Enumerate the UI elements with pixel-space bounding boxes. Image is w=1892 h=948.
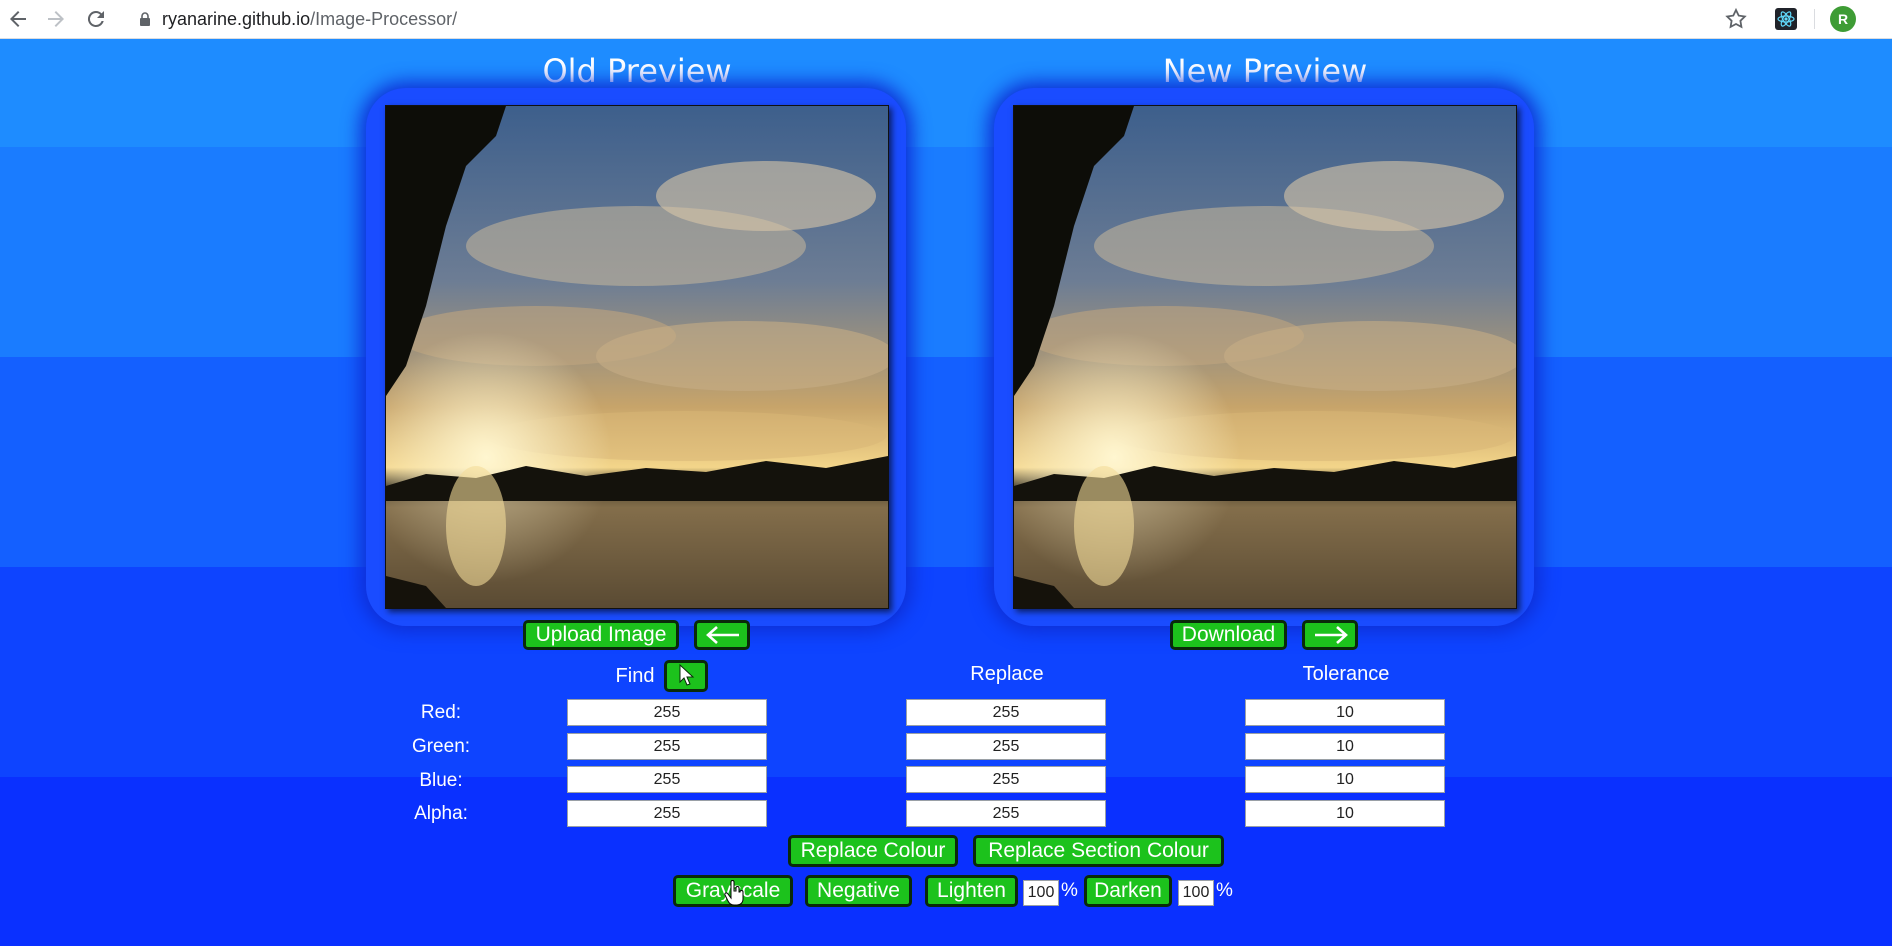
lock-icon [140, 12, 150, 26]
replace-section-colour-button[interactable]: Replace Section Colour [973, 835, 1224, 867]
find-green-input[interactable] [567, 733, 767, 760]
cursor-pointer-icon [679, 663, 695, 686]
replace-alpha-input[interactable] [906, 800, 1106, 827]
find-red-input[interactable] [567, 699, 767, 726]
apply-forward-button[interactable] [1302, 620, 1358, 650]
replace-green-input[interactable] [906, 733, 1106, 760]
darken-percent-sign: % [1216, 880, 1233, 901]
tolerance-green-input[interactable] [1245, 733, 1445, 760]
replace-red-input[interactable] [906, 699, 1106, 726]
react-devtools-extension-icon[interactable] [1773, 6, 1799, 32]
toolbar-divider [1814, 9, 1815, 29]
color-picker-button[interactable] [664, 660, 708, 692]
url-host: ryanarine.github.io [162, 8, 311, 29]
old-preview-image [385, 105, 889, 609]
bookmark-star-icon[interactable] [1723, 6, 1749, 32]
new-preview-title: New Preview [1162, 52, 1368, 90]
replace-colour-button[interactable]: Replace Colour [788, 835, 958, 867]
tolerance-red-input[interactable] [1245, 699, 1445, 726]
lighten-percent-sign: % [1061, 880, 1078, 901]
new-preview-image [1013, 105, 1517, 609]
copy-back-button[interactable] [694, 620, 750, 650]
download-button[interactable]: Download [1170, 620, 1287, 650]
red-label: Red: [420, 702, 462, 723]
blue-label: Blue: [419, 770, 463, 791]
reload-icon[interactable] [84, 7, 108, 31]
old-preview-title: Old Preview [542, 52, 732, 90]
forward-icon[interactable] [44, 7, 68, 31]
darken-percent-input[interactable] [1178, 880, 1214, 906]
negative-button[interactable]: Negative [805, 875, 912, 907]
upload-image-button[interactable]: Upload Image [523, 620, 679, 650]
tolerance-alpha-input[interactable] [1245, 800, 1445, 827]
arrow-left-icon [706, 626, 739, 644]
lighten-button[interactable]: Lighten [925, 875, 1018, 907]
find-column-label: Find [615, 665, 655, 687]
alpha-label: Alpha: [414, 803, 468, 824]
url-path: /Image-Processor/ [310, 8, 458, 29]
tolerance-blue-input[interactable] [1245, 766, 1445, 793]
sunset-lake-image [386, 106, 888, 608]
arrow-right-icon [1315, 626, 1348, 644]
replace-column-label: Replace [970, 663, 1044, 685]
darken-button[interactable]: Darken [1084, 875, 1172, 907]
green-label: Green: [411, 736, 471, 757]
address-bar[interactable]: ryanarine.github.io/Image-Processor/ [138, 6, 457, 32]
find-alpha-input[interactable] [567, 800, 767, 827]
replace-blue-input[interactable] [906, 766, 1106, 793]
mouse-pointer-icon [724, 880, 744, 906]
browser-toolbar: ryanarine.github.io/Image-Processor/ R [0, 0, 1892, 39]
profile-avatar[interactable]: R [1830, 6, 1856, 32]
back-icon[interactable] [6, 7, 30, 31]
lighten-percent-input[interactable] [1023, 880, 1059, 906]
sunset-lake-image [1014, 106, 1516, 608]
tolerance-column-label: Tolerance [1302, 663, 1390, 685]
find-blue-input[interactable] [567, 766, 767, 793]
